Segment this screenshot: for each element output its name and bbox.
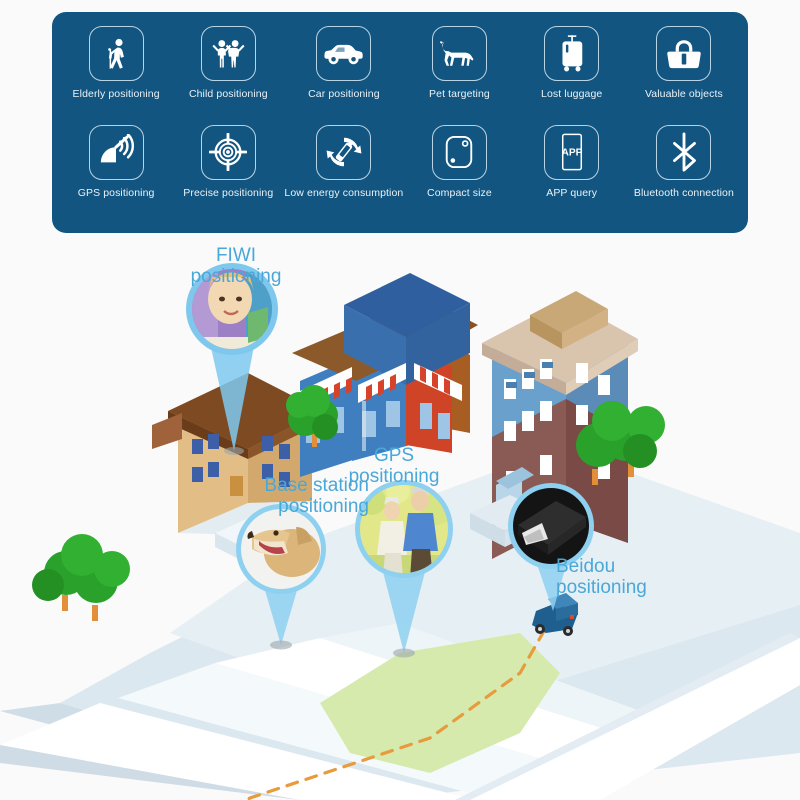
two-children-icon: [200, 26, 256, 81]
handbag-icon: [656, 26, 712, 81]
battery-recycle-icon: [316, 124, 372, 180]
feature-banner: Elderly positioning Child positioning Ca…: [52, 12, 748, 233]
feature-icon-grid: Elderly positioning Child positioning Ca…: [52, 12, 748, 233]
feature-lost-luggage[interactable]: Lost luggage: [516, 26, 628, 125]
dog-photo: [241, 509, 321, 589]
feature-label: Precise positioning: [183, 186, 274, 199]
crosshair-target-icon: [200, 124, 256, 180]
black-wallet-photo: [513, 488, 589, 564]
feature-car-positioning[interactable]: Car positioning: [284, 26, 403, 125]
feature-label: GPS positioning: [77, 186, 155, 199]
feature-label: Child positioning: [188, 88, 268, 100]
bluetooth-icon: [656, 124, 712, 180]
tracker-device-icon: [431, 124, 487, 180]
car-icon: [316, 26, 372, 81]
infographic-canvas: Elderly positioning Child positioning Ca…: [0, 0, 800, 800]
app-glyph-text: APP: [561, 148, 582, 159]
feature-bluetooth-connection[interactable]: Bluetooth connection: [628, 124, 740, 224]
dog-icon: [431, 26, 487, 81]
elderly-walking-icon: [88, 26, 144, 81]
feature-label: Car positioning: [308, 88, 380, 100]
feature-label: Valuable objects: [644, 88, 723, 100]
gps-marker-label: GPS positioning: [348, 445, 440, 488]
suitcase-icon: [544, 26, 600, 81]
feature-precise-positioning[interactable]: Precise positioning: [172, 124, 284, 224]
phone-app-icon: APP: [544, 124, 600, 180]
tree-left: [32, 534, 130, 621]
feature-gps-positioning[interactable]: GPS positioning: [60, 124, 172, 224]
feature-label: APP query: [546, 186, 598, 199]
satellite-signal-icon: [88, 124, 144, 180]
feature-label: Elderly positioning: [72, 88, 160, 100]
feature-label: Pet targeting: [429, 88, 490, 100]
feature-label: Low energy consumption: [284, 186, 404, 199]
feature-valuable-objects[interactable]: Valuable objects: [628, 26, 740, 125]
feature-label: Bluetooth connection: [633, 186, 734, 199]
beidou-marker-label: Beidou positioning: [556, 556, 647, 599]
feature-pet-targeting[interactable]: Pet targeting: [403, 26, 515, 125]
feature-child-positioning[interactable]: Child positioning: [172, 26, 284, 125]
isometric-city-scene: FIWI positioning Base station positionin…: [0, 233, 800, 800]
feature-low-energy-consumption[interactable]: Low energy consumption: [284, 124, 404, 224]
wifi-marker-label: FIWI positioning: [190, 245, 282, 288]
feature-label: Lost luggage: [541, 88, 603, 100]
feature-compact-size[interactable]: Compact size: [403, 124, 515, 224]
feature-label: Compact size: [427, 186, 492, 199]
feature-elderly-positioning[interactable]: Elderly positioning: [60, 26, 172, 125]
feature-app-query[interactable]: APP APP query: [516, 124, 628, 224]
